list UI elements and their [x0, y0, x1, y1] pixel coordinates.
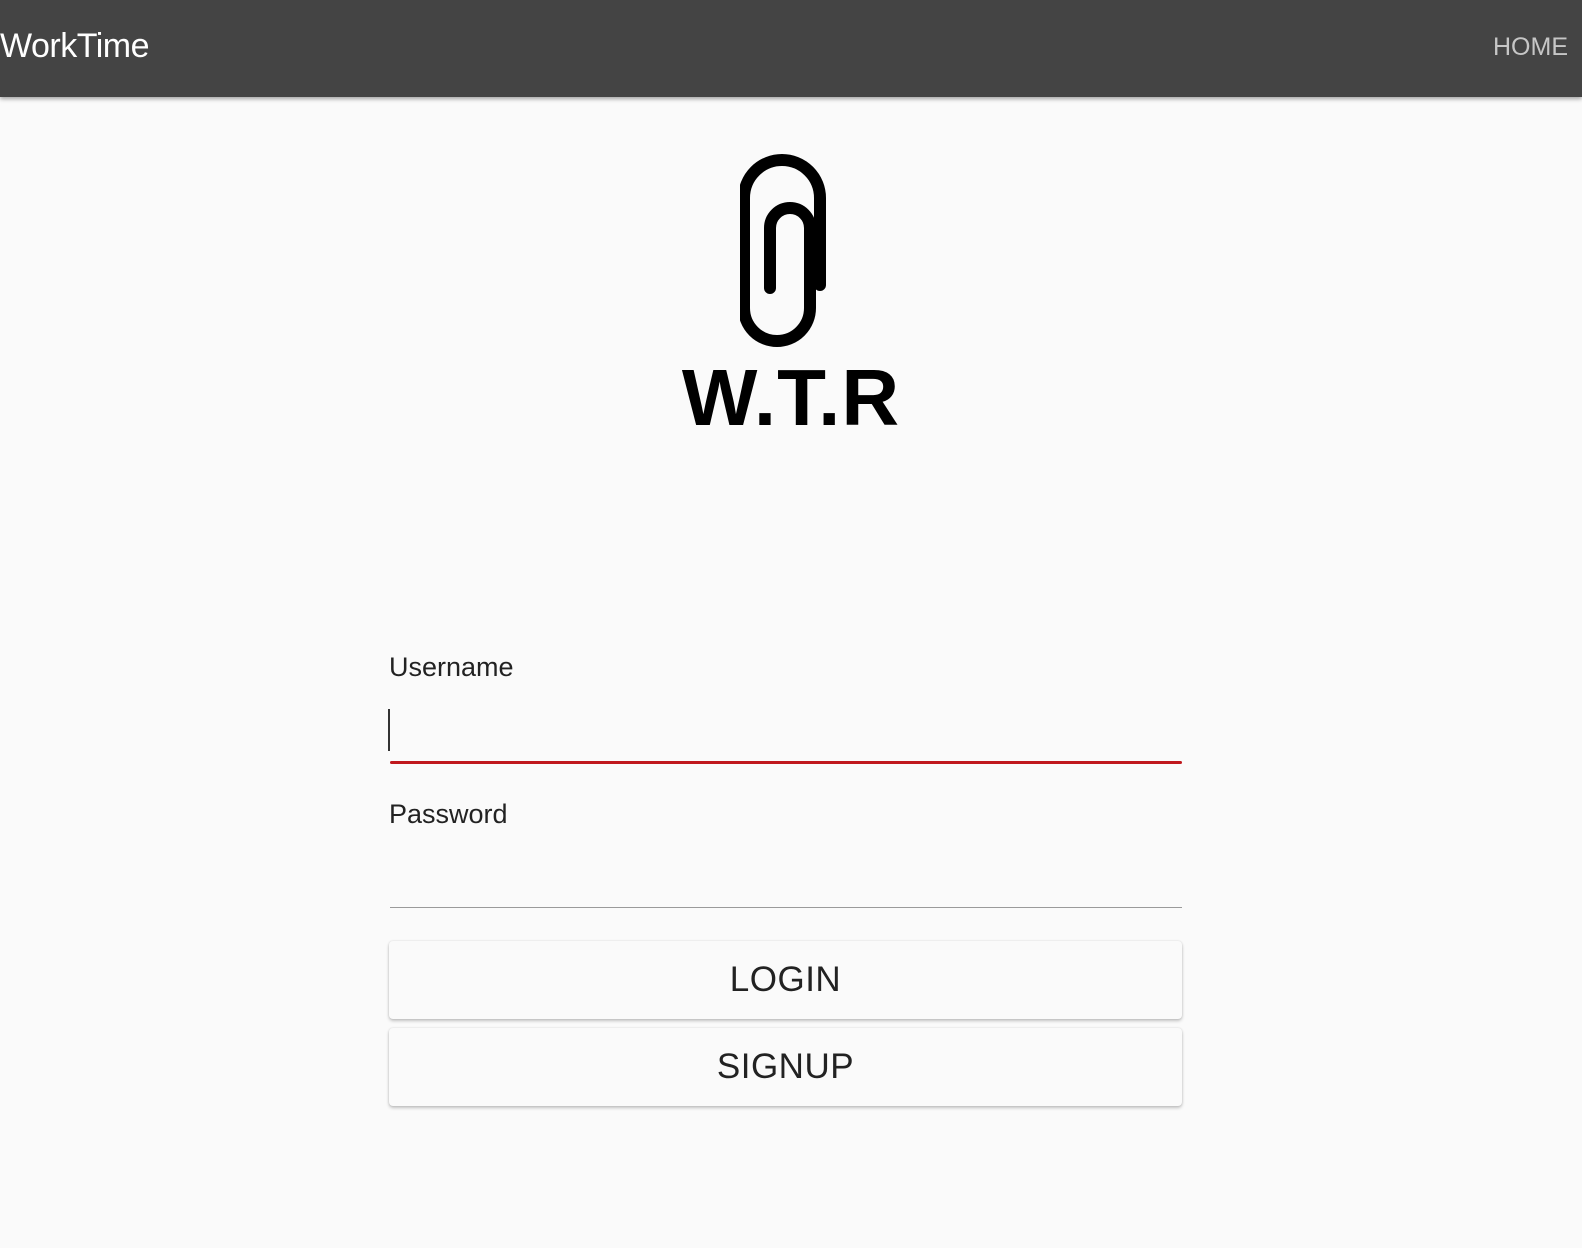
- password-label: Password: [389, 799, 508, 829]
- app-title[interactable]: WorkTime: [0, 26, 150, 66]
- text-caret: [388, 709, 390, 751]
- signup-button[interactable]: SIGNUP: [389, 1028, 1182, 1106]
- login-button[interactable]: LOGIN: [389, 941, 1182, 1019]
- logo-text: W.T.R: [681, 353, 901, 442]
- username-input[interactable]: [390, 712, 1182, 758]
- paperclip-icon: [738, 153, 840, 349]
- nav-home-link[interactable]: HOME: [1493, 32, 1568, 62]
- username-underline-focused: [390, 761, 1182, 764]
- app-bar: WorkTime HOME: [0, 0, 1582, 97]
- password-input[interactable]: [390, 860, 1182, 906]
- username-label: Username: [389, 652, 514, 682]
- password-underline: [390, 907, 1182, 908]
